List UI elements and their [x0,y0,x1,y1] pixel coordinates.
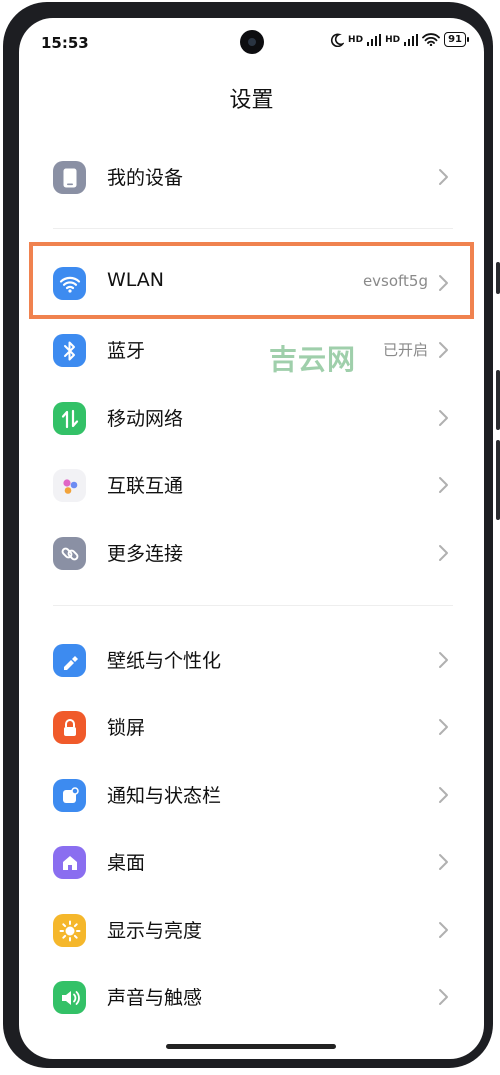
mobile-data-icon [53,402,86,435]
chevron-right-icon [439,854,448,870]
settings-screen: 15:53 HD HD 91 设置 我的设备 WLAN evsoft5g 蓝牙 … [19,18,484,1059]
chevron-right-icon [439,545,448,561]
signal-1-icon [367,33,382,46]
watermark-text: 吉云网 [269,343,357,376]
signal-2-label: HD [385,34,401,45]
phone-icon [53,161,86,194]
chevron-right-icon [439,989,448,1005]
bluetooth-icon [53,334,86,367]
wifi-status-icon [422,33,440,46]
front-camera [240,30,264,54]
settings-item-label: 移动网络 [107,408,184,430]
signal-2-icon [404,33,419,46]
settings-item-value: 已开启 [382,341,428,359]
status-time: 15:53 [41,34,89,52]
settings-item-label: 我的设备 [107,167,184,189]
settings-item-display[interactable]: 显示与亮度 [19,898,484,962]
settings-item-label: 互联互通 [107,475,184,497]
settings-item-wallpaper[interactable]: 壁纸与个性化 [19,628,484,692]
volume-up-button [496,262,500,294]
signal-1-label: HD [348,34,364,45]
chevron-right-icon [439,719,448,735]
chevron-right-icon [439,410,448,426]
chevron-right-icon [439,787,448,803]
settings-item-label: 锁屏 [107,717,146,739]
settings-item-label: 壁纸与个性化 [107,650,222,672]
settings-item-label: 通知与状态栏 [107,785,222,807]
lock-icon [53,711,86,744]
interconnect-icon [53,469,86,502]
home-icon [53,846,86,879]
settings-item-interconnect[interactable]: 互联互通 [19,453,484,517]
settings-item-notifications[interactable]: 通知与状态栏 [19,763,484,827]
brush-icon [53,644,86,677]
settings-item-label: 更多连接 [107,543,184,565]
phone-frame: 15:53 HD HD 91 设置 我的设备 WLAN evsoft5g 蓝牙 … [0,0,500,1075]
volume-down-button [496,370,500,430]
wlan-highlight-box [29,242,474,319]
link-icon [53,537,86,570]
status-bar-icons: HD HD 91 [330,32,469,47]
home-indicator[interactable] [166,1044,336,1049]
sun-icon [53,914,86,947]
chevron-right-icon [439,477,448,493]
battery-indicator: 91 [444,32,469,47]
settings-item-more-connections[interactable]: 更多连接 [19,521,484,585]
section-divider [53,228,453,229]
settings-item-my-device[interactable]: 我的设备 [19,145,484,209]
moon-icon [331,33,345,47]
chevron-right-icon [439,342,448,358]
settings-item-label: 蓝牙 [107,340,146,362]
power-button [496,440,500,520]
chevron-right-icon [439,652,448,668]
settings-item-bluetooth[interactable]: 蓝牙 已开启 [19,318,484,382]
phone-bezel: 15:53 HD HD 91 设置 我的设备 WLAN evsoft5g 蓝牙 … [3,2,493,1068]
settings-item-label: 声音与触感 [107,987,203,1009]
speaker-icon [53,981,86,1014]
chevron-right-icon [439,922,448,938]
settings-item-sound[interactable]: 声音与触感 [19,965,484,1029]
settings-item-label: 桌面 [107,852,146,874]
notification-icon [53,779,86,812]
chevron-right-icon [439,169,448,185]
settings-item-lock-screen[interactable]: 锁屏 [19,695,484,759]
settings-item-label: 显示与亮度 [107,920,203,942]
page-title: 设置 [229,88,274,113]
settings-item-desktop[interactable]: 桌面 [19,830,484,894]
section-divider [53,605,453,606]
settings-item-mobile-network[interactable]: 移动网络 [19,386,484,450]
